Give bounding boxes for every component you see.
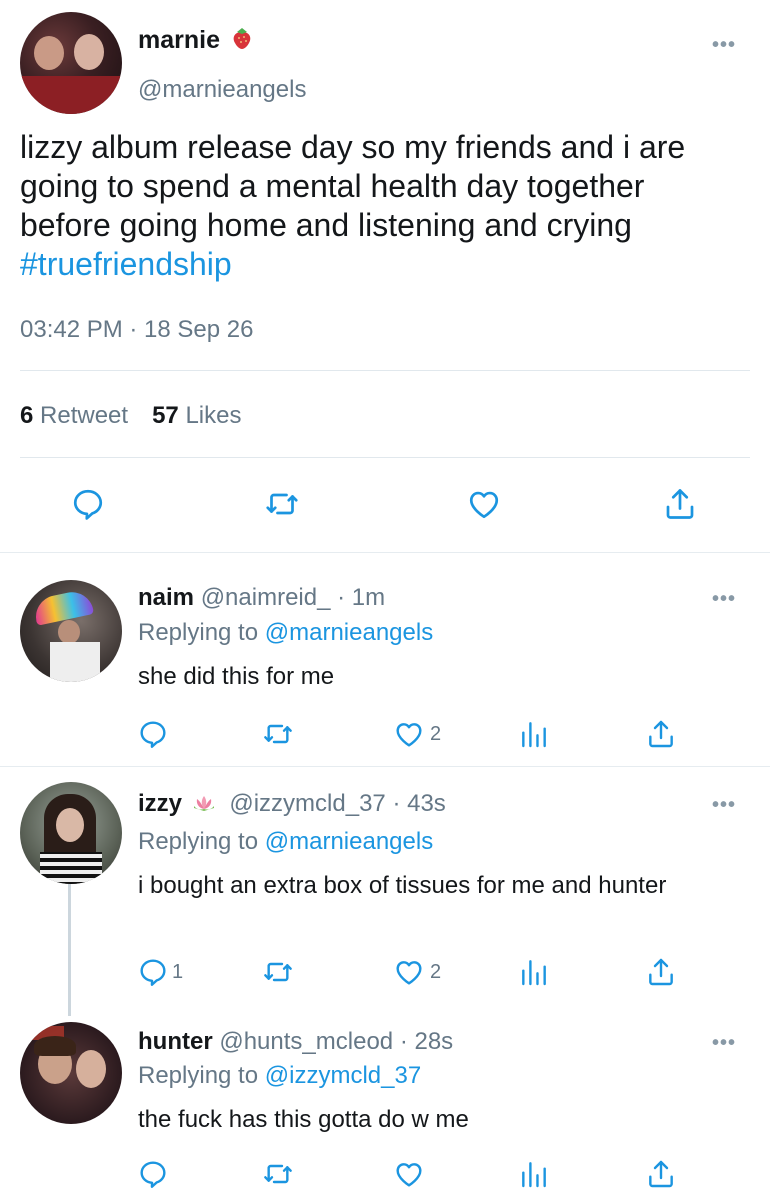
display-name[interactable]: naim — [138, 584, 194, 611]
reply-icon[interactable] — [137, 718, 169, 750]
mention-link[interactable]: @izzymcld_37 — [265, 1062, 421, 1089]
mention-link[interactable]: @marnieangels — [265, 619, 433, 646]
tweet-text-line: before going home and listening and cryi… — [20, 207, 632, 243]
analytics-icon[interactable] — [518, 718, 550, 750]
reply-text: she did this for me — [138, 663, 335, 690]
reply-text: i bought an extra box of tissues for me … — [138, 872, 667, 899]
share-icon[interactable] — [645, 1158, 677, 1190]
more-options-icon[interactable]: ••• — [712, 794, 736, 817]
hashtag-link[interactable]: #truefriendship — [20, 245, 760, 284]
more-options-icon[interactable]: ••• — [712, 1032, 736, 1055]
mention-link[interactable]: @marnieangels — [265, 828, 433, 855]
heart-icon[interactable] — [392, 718, 426, 750]
reply-header: naim @naimreid_ · 1m — [138, 584, 385, 612]
retweet-icon[interactable] — [264, 486, 300, 522]
handle[interactable]: @izzymcld_37 — [229, 790, 385, 817]
avatar[interactable] — [20, 1022, 122, 1124]
tweet-stats: 6 Retweet 57 Likes — [20, 402, 241, 430]
reply-icon[interactable] — [70, 486, 106, 522]
thread-line — [68, 884, 71, 1016]
likes-stat[interactable]: 57 Likes — [152, 402, 241, 429]
reply-text: the fuck has this gotta do w me — [138, 1106, 469, 1133]
display-name[interactable]: hunter — [138, 1028, 213, 1055]
divider — [20, 370, 750, 371]
heart-icon[interactable] — [465, 486, 503, 522]
avatar[interactable] — [20, 12, 122, 114]
like-count: 2 — [430, 723, 442, 745]
replying-to: Replying to @izzymcld_37 — [138, 1062, 422, 1089]
reply-header: hunter @hunts_mcleod · 28s — [138, 1028, 453, 1056]
heart-icon[interactable] — [392, 956, 426, 988]
strawberry-icon — [231, 26, 253, 57]
share-icon[interactable] — [645, 718, 677, 750]
display-name-text[interactable]: marnie — [138, 26, 220, 54]
avatar[interactable] — [20, 782, 122, 884]
divider — [0, 766, 770, 767]
retweet-icon[interactable] — [262, 718, 294, 750]
reply-icon[interactable] — [137, 1158, 169, 1190]
handle[interactable]: @naimreid_ — [201, 584, 331, 611]
tweet-timestamp[interactable]: 03:42 PM · 18 Sep 26 — [20, 316, 253, 344]
analytics-icon[interactable] — [518, 956, 550, 988]
heart-icon[interactable] — [392, 1158, 426, 1190]
divider — [0, 552, 770, 553]
display-name[interactable]: izzy — [138, 790, 182, 817]
reply-time[interactable]: · 28s — [400, 1028, 453, 1055]
reply-time[interactable]: · 1m — [337, 584, 385, 611]
display-name[interactable]: marnie — [138, 26, 253, 57]
tweet-text-line: going to spend a mental health day toget… — [20, 168, 645, 204]
share-icon[interactable] — [662, 486, 698, 522]
reply-time[interactable]: · 43s — [392, 790, 445, 817]
like-count: 2 — [430, 961, 442, 983]
retweet-icon[interactable] — [262, 956, 294, 988]
share-icon[interactable] — [645, 956, 677, 988]
handle[interactable]: @marnieangels — [138, 76, 306, 104]
handle[interactable]: @hunts_mcleod — [219, 1028, 393, 1055]
replying-to: Replying to @marnieangels — [138, 828, 434, 855]
tweet-text: lizzy album release day so my friends an… — [20, 128, 760, 284]
analytics-icon[interactable] — [518, 1158, 550, 1190]
lotus-icon — [191, 791, 217, 819]
more-options-icon[interactable]: ••• — [712, 588, 736, 611]
replying-to: Replying to @marnieangels — [138, 619, 434, 646]
reply-header: izzy @izzymcld_37 · 43s — [138, 790, 446, 819]
reply-icon[interactable] — [137, 956, 169, 988]
reply-count: 1 — [172, 961, 184, 983]
retweet-stat[interactable]: 6 Retweet — [20, 402, 128, 429]
more-options-icon[interactable]: ••• — [712, 34, 736, 57]
divider — [20, 457, 750, 458]
retweet-icon[interactable] — [262, 1158, 294, 1190]
tweet-text-line: lizzy album release day so my friends an… — [20, 129, 686, 165]
avatar[interactable] — [20, 580, 122, 682]
